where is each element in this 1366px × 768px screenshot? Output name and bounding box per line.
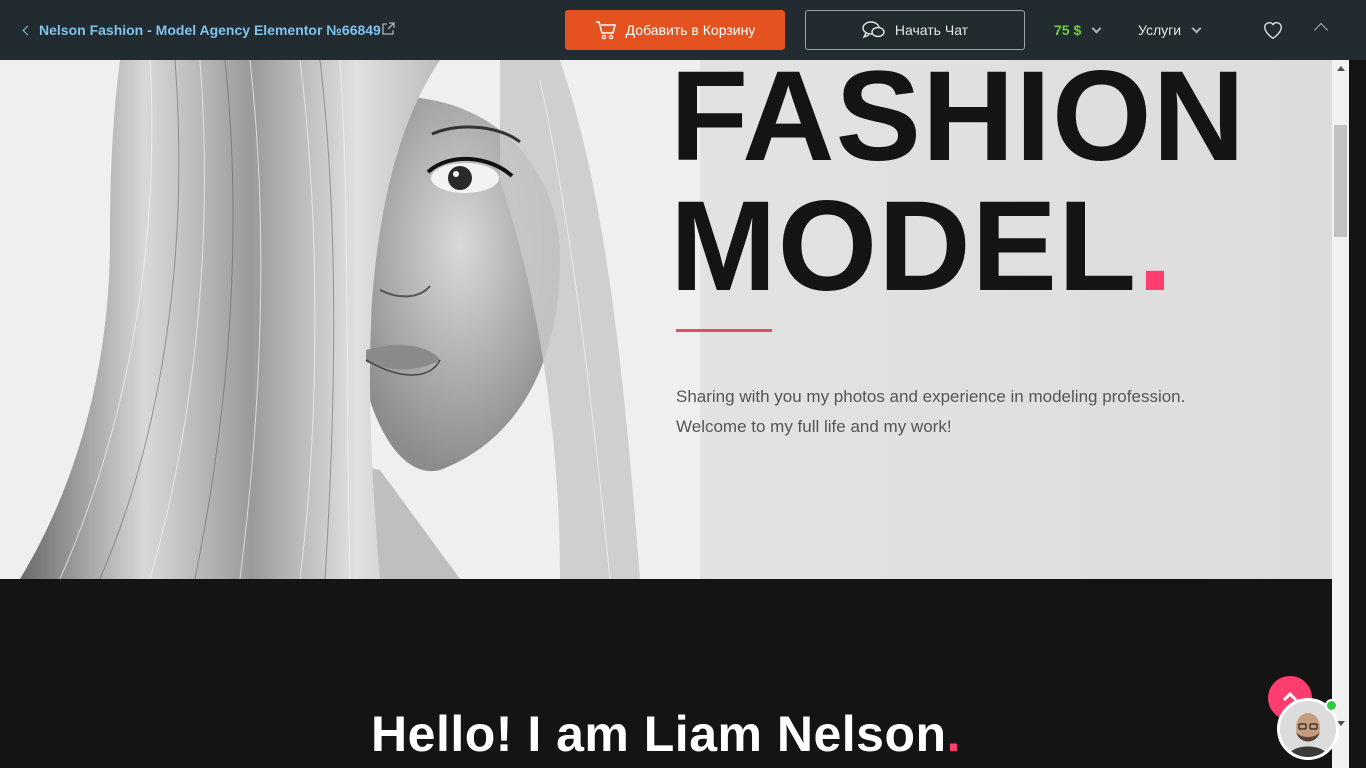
hero-section: FASHION MODEL. Sharing with you my photo… [0, 60, 1332, 579]
price-value: 75 $ [1054, 22, 1082, 38]
external-link-icon[interactable] [381, 22, 395, 36]
hero-title-line1: FASHION [670, 60, 1246, 188]
services-label: Услуги [1138, 22, 1182, 38]
chevron-left-icon [22, 25, 33, 35]
cart-icon [595, 21, 616, 40]
online-status-indicator [1325, 699, 1338, 712]
price-dropdown[interactable]: 75 $ [1054, 0, 1102, 60]
divider [676, 329, 772, 332]
hero-title-line2: MODEL. [670, 175, 1174, 318]
accent-dot: . [946, 706, 961, 762]
chat-icon [862, 21, 885, 39]
product-title: Nelson Fashion - Model Agency Elementor … [39, 22, 381, 38]
about-section: Hello! I am Liam Nelson. [0, 579, 1332, 768]
chevron-up-icon[interactable] [1313, 22, 1329, 38]
services-dropdown[interactable]: Услуги [1138, 0, 1202, 60]
add-to-cart-button[interactable]: Добавить в Корзину [565, 10, 785, 50]
about-heading: Hello! I am Liam Nelson. [371, 706, 961, 762]
back-to-product-link[interactable]: Nelson Fashion - Model Agency Elementor … [22, 0, 381, 60]
scroll-up-arrow-icon[interactable] [1337, 66, 1345, 71]
scrollbar[interactable] [1332, 60, 1349, 768]
model-portrait-image [0, 60, 700, 579]
accent-dot: . [1137, 175, 1174, 318]
hero-description: Sharing with you my photos and experienc… [676, 387, 1186, 436]
chevron-down-icon [1191, 23, 1202, 33]
start-chat-button[interactable]: Начать Чат [805, 10, 1025, 50]
add-to-cart-label: Добавить в Корзину [625, 22, 756, 38]
scrollbar-thumb[interactable] [1334, 125, 1347, 237]
chevron-down-icon [1091, 23, 1102, 33]
start-chat-label: Начать Чат [894, 22, 969, 38]
top-bar: Nelson Fashion - Model Agency Elementor … [0, 0, 1366, 60]
heart-icon[interactable] [1262, 19, 1284, 41]
